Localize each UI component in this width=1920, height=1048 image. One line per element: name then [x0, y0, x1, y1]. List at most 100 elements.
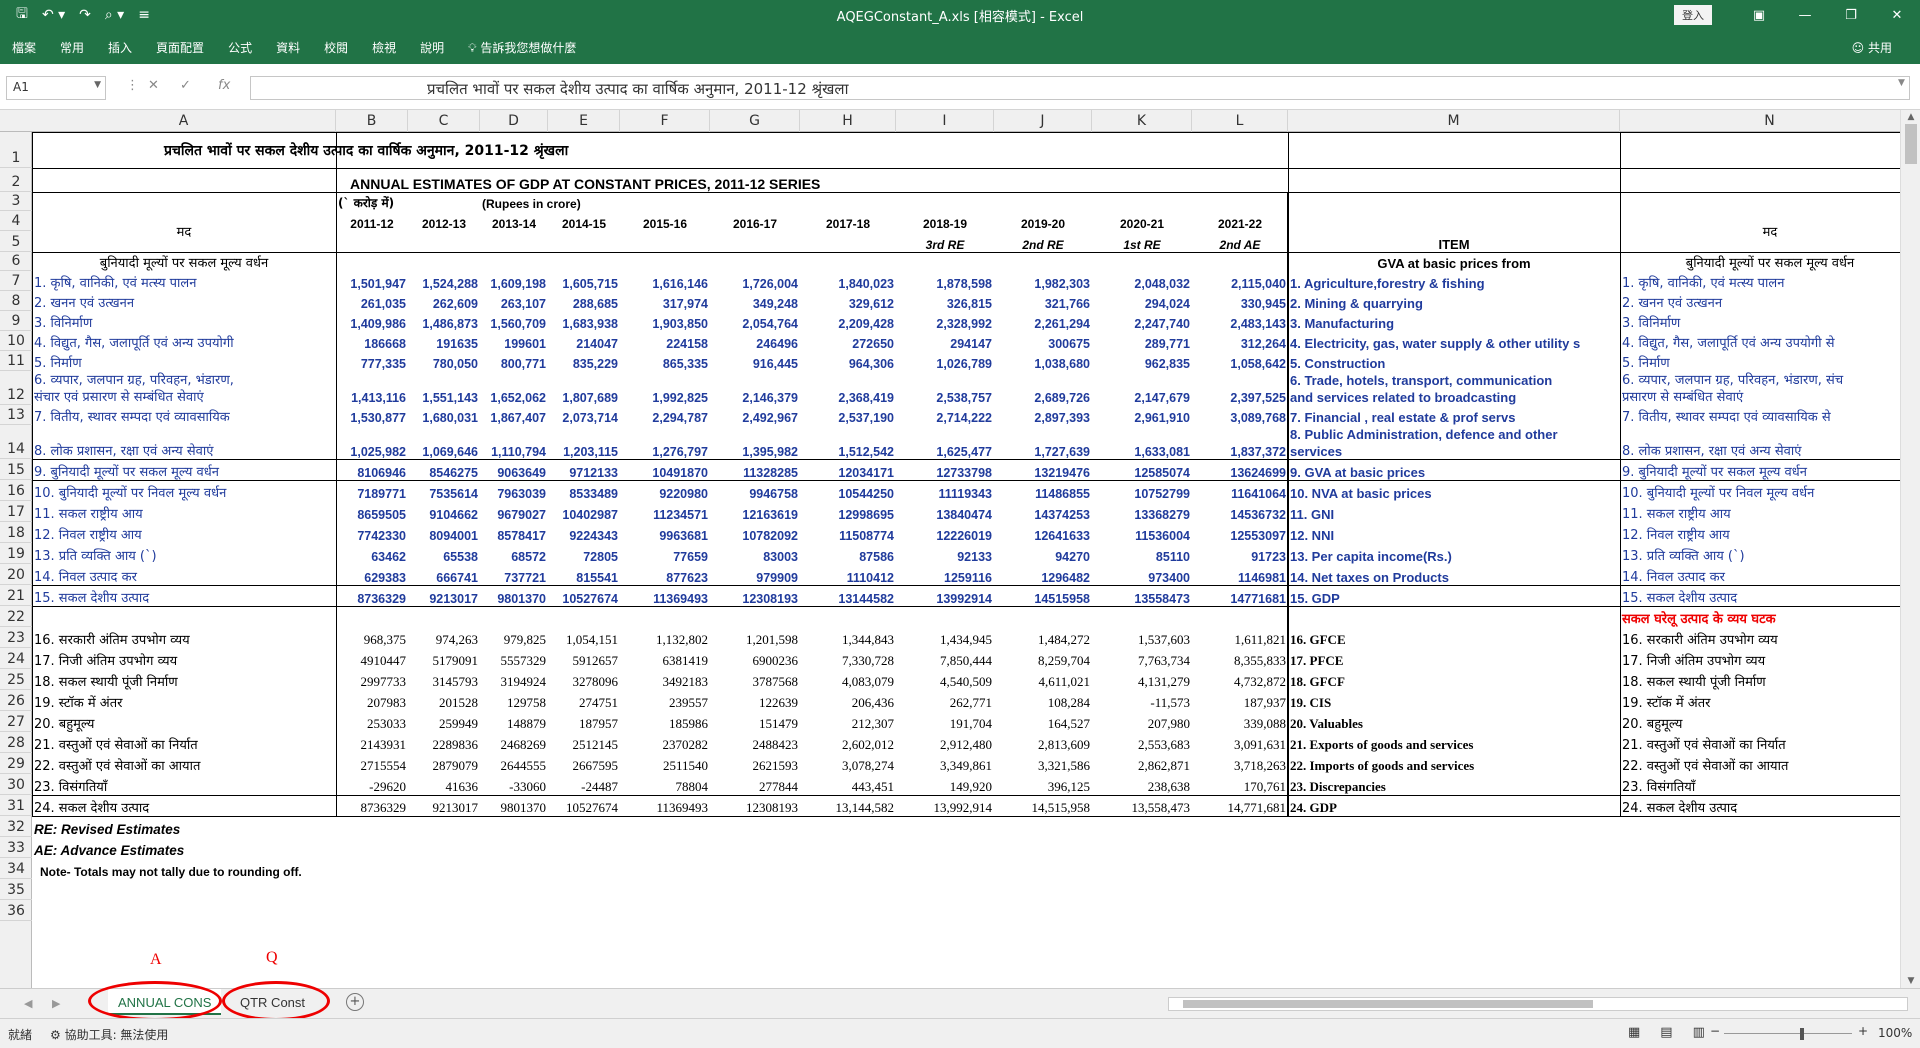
value-cell[interactable]: 2,147,679	[1092, 371, 1192, 405]
row-header[interactable]: 34	[0, 858, 32, 879]
row-label-english[interactable]: 7. Financial , real estate & prof servs	[1288, 405, 1620, 425]
value-cell[interactable]: 2,492,967	[710, 405, 800, 425]
value-cell[interactable]: 253033	[336, 711, 408, 732]
row-label-hindi-right[interactable]: 9. बुनियादी मूल्यों पर सकल मूल्य वर्धन	[1620, 459, 1900, 480]
value-cell[interactable]: 11328285	[710, 459, 800, 480]
exp-label-hindi-right[interactable]: 22. वस्तुओं एवं सेवाओं का आयात	[1620, 753, 1900, 774]
row-label-english[interactable]: 3. Manufacturing	[1288, 311, 1620, 331]
value-cell[interactable]: 122639	[710, 690, 800, 711]
year-note[interactable]: 2nd AE	[1192, 231, 1288, 252]
row-header[interactable]: 19	[0, 543, 32, 564]
value-cell[interactable]: 11369493	[620, 795, 710, 816]
value-cell[interactable]: 8659505	[336, 501, 408, 522]
scroll-thumb[interactable]	[1905, 124, 1917, 164]
spreadsheet-grid[interactable]: ABCDEFGHIJKLMN 1 2 3 4 5 6 7 8 9 10 11 12 13 14 15 16 17…	[0, 110, 1900, 988]
value-cell[interactable]: 191,704	[896, 711, 994, 732]
value-cell[interactable]: 2997733	[336, 669, 408, 690]
value-cell[interactable]: 13368279	[1092, 501, 1192, 522]
value-cell[interactable]: 11508774	[800, 522, 896, 543]
value-cell[interactable]: 1,625,477	[896, 425, 994, 459]
column-header[interactable]: C	[408, 110, 480, 132]
enter-icon[interactable]: ✓	[180, 78, 191, 93]
sheet-title-hindi[interactable]: प्रचलित भावों पर सकल देशीय उत्पाद का वार…	[162, 132, 1418, 160]
value-cell[interactable]: 2,294,787	[620, 405, 710, 425]
value-cell[interactable]: 14771681	[1192, 585, 1288, 606]
value-cell[interactable]: 13,992,914	[896, 795, 994, 816]
value-cell[interactable]: 185986	[620, 711, 710, 732]
value-cell[interactable]: 9213017	[408, 585, 480, 606]
year-header[interactable]: 2021-22	[1192, 211, 1288, 231]
value-cell[interactable]: 349,248	[710, 291, 800, 311]
value-cell[interactable]: 262,771	[896, 690, 994, 711]
value-cell[interactable]: 13558473	[1092, 585, 1192, 606]
row-header[interactable]: 31	[0, 795, 32, 816]
tab-review[interactable]: 校閱	[312, 39, 360, 56]
column-header[interactable]: D	[480, 110, 548, 132]
row-header[interactable]: 8	[0, 291, 32, 311]
exp-label-hindi-right[interactable]: 20. बहुमूल्य	[1620, 711, 1900, 732]
value-cell[interactable]: 207,980	[1092, 711, 1192, 732]
value-cell[interactable]: 85110	[1092, 543, 1192, 564]
row-label-hindi[interactable]: 11. सकल राष्ट्रीय आय	[32, 501, 336, 522]
column-header[interactable]: G	[710, 110, 800, 132]
value-cell[interactable]: 973400	[1092, 564, 1192, 585]
value-cell[interactable]: 187,937	[1192, 690, 1288, 711]
row-label-hindi[interactable]: 12. निवल राष्ट्रीय आय	[32, 522, 336, 543]
value-cell[interactable]: 12733798	[896, 459, 994, 480]
value-cell[interactable]: 3,349,861	[896, 753, 994, 774]
value-cell[interactable]: 1,840,023	[800, 271, 896, 291]
restore-icon[interactable]: ❐	[1828, 8, 1874, 23]
value-cell[interactable]: 1,512,542	[800, 425, 896, 459]
value-cell[interactable]: 238,638	[1092, 774, 1192, 795]
value-cell[interactable]: 2511540	[620, 753, 710, 774]
exp-label-hindi[interactable]: 22. वस्तुओं एवं सेवाओं का आयात	[32, 753, 336, 774]
value-cell[interactable]: 9801370	[480, 585, 548, 606]
exp-label-english[interactable]: 24. GDP	[1288, 795, 1620, 816]
value-cell[interactable]: 1,054,151	[548, 627, 620, 648]
value-cell[interactable]: 2,054,764	[710, 311, 800, 331]
row-header[interactable]: 1	[0, 132, 32, 168]
row-header[interactable]: 12	[0, 371, 32, 405]
value-cell[interactable]: 2,209,428	[800, 311, 896, 331]
row-label-hindi[interactable]: 10. बुनियादी मूल्यों पर निवल मूल्य वर्धन	[32, 480, 336, 501]
row-label-hindi[interactable]: 8. लोक प्रशासन, रक्षा एवं अन्य सेवाएं	[32, 425, 336, 459]
value-cell[interactable]: 12308193	[710, 585, 800, 606]
year-header[interactable]: 2016-17	[710, 211, 800, 231]
value-cell[interactable]: 2,553,683	[1092, 732, 1192, 753]
value-cell[interactable]: 187957	[548, 711, 620, 732]
value-cell[interactable]: 1,609,198	[480, 271, 548, 291]
value-cell[interactable]: 326,815	[896, 291, 994, 311]
value-cell[interactable]: 4,732,872	[1192, 669, 1288, 690]
value-cell[interactable]: 2,961,910	[1092, 405, 1192, 425]
value-cell[interactable]: 1,069,646	[408, 425, 480, 459]
value-cell[interactable]: 2,483,143	[1192, 311, 1288, 331]
value-cell[interactable]: 1,683,938	[548, 311, 620, 331]
row-header[interactable]: 7	[0, 271, 32, 291]
row-label-hindi-right[interactable]: 13. प्रति व्यक्ति आय (`)	[1620, 543, 1900, 564]
row-label-hindi[interactable]: 5. निर्माण	[32, 351, 336, 371]
redo-icon[interactable]: ↷	[79, 7, 91, 23]
column-header[interactable]: E	[548, 110, 620, 132]
value-cell[interactable]: 4,131,279	[1092, 669, 1192, 690]
value-cell[interactable]: 2,689,726	[994, 371, 1092, 405]
save-icon[interactable]: 🖫	[16, 3, 28, 27]
value-cell[interactable]: 12553097	[1192, 522, 1288, 543]
value-cell[interactable]: 3,091,631	[1192, 732, 1288, 753]
row-header[interactable]: 23	[0, 627, 32, 648]
row-label-english[interactable]: and services related to broadcasting	[1288, 388, 1620, 405]
row-label-hindi-right[interactable]: 12. निवल राष्ट्रीय आय	[1620, 522, 1900, 543]
value-cell[interactable]: 1296482	[994, 564, 1092, 585]
value-cell[interactable]: 3,718,263	[1192, 753, 1288, 774]
signin-button[interactable]: 登入	[1674, 5, 1712, 25]
value-cell[interactable]: 2,537,190	[800, 405, 896, 425]
column-header[interactable]: B	[336, 110, 408, 132]
value-cell[interactable]: 78804	[620, 774, 710, 795]
value-cell[interactable]: 1,026,789	[896, 351, 994, 371]
value-cell[interactable]: 835,229	[548, 351, 620, 371]
value-cell[interactable]: 10544250	[800, 480, 896, 501]
page-break-view-icon[interactable]: ▥	[1693, 1025, 1705, 1040]
value-cell[interactable]: 10527674	[548, 795, 620, 816]
value-cell[interactable]: 11536004	[1092, 522, 1192, 543]
value-cell[interactable]: 339,088	[1192, 711, 1288, 732]
value-cell[interactable]: 7189771	[336, 480, 408, 501]
